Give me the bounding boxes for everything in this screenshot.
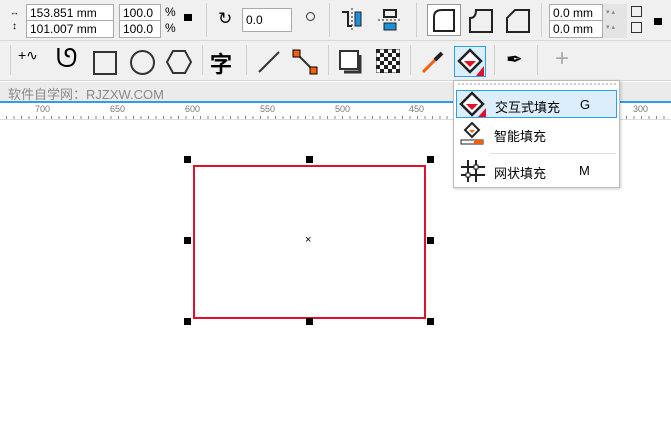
eyedropper-tool-icon[interactable] xyxy=(420,49,446,75)
height-field[interactable]: 101.007 mm xyxy=(26,20,114,38)
selection-handle[interactable] xyxy=(306,156,313,163)
ruler-label: 550 xyxy=(260,104,276,114)
percent-label: % xyxy=(165,21,176,35)
height-icon: ↕ xyxy=(12,21,17,32)
selection-handle[interactable] xyxy=(184,318,191,325)
corner-radius-bottom-field[interactable]: 0.0 mm xyxy=(549,20,603,38)
smart-drawing-tool-icon[interactable]: ᘎ xyxy=(56,43,78,75)
flyout-grip[interactable] xyxy=(458,83,616,86)
rotation-field[interactable]: 0.0 xyxy=(242,8,292,32)
toolbox: +∿ ᘎ 字 ✒ + xyxy=(0,41,671,81)
add-tool-icon[interactable]: + xyxy=(555,45,569,73)
scale-y-field[interactable]: 100.0 xyxy=(119,20,161,38)
corner-top-icon[interactable] xyxy=(631,6,642,17)
polygon-tool-icon[interactable] xyxy=(166,49,192,75)
ellipse-tool-icon[interactable] xyxy=(130,50,155,75)
selection-handle[interactable] xyxy=(427,156,434,163)
smart-fill-icon xyxy=(460,122,484,145)
ruler-label: 500 xyxy=(335,104,351,114)
interactive-fill-icon xyxy=(457,48,484,76)
scallop-corner-button[interactable] xyxy=(466,6,496,36)
interactive-fill-tool-button[interactable] xyxy=(454,46,486,77)
property-bar: ↔ ↕ 153.851 mm 101.007 mm 100.0 100.0 % … xyxy=(0,0,671,41)
chamfer-corner-button[interactable] xyxy=(503,6,533,36)
selection-handle[interactable] xyxy=(306,318,313,325)
menu-item-interactive-fill[interactable]: 交互式填充 G xyxy=(456,90,617,118)
text-tool-icon[interactable]: 字 xyxy=(210,47,232,79)
ruler-label: 450 xyxy=(409,104,425,114)
freehand-tool-icon[interactable]: +∿ xyxy=(18,47,38,64)
menu-separator xyxy=(490,153,616,154)
width-icon: ↔ xyxy=(10,7,19,17)
lock-ratio-icon[interactable] xyxy=(184,14,192,21)
ruler-label: 650 xyxy=(110,104,126,114)
rectangle-tool-icon[interactable] xyxy=(93,51,117,75)
ruler-label: 300 xyxy=(633,104,649,114)
interactive-fill-icon xyxy=(459,91,486,117)
mirror-vertical-icon[interactable] xyxy=(378,8,402,32)
selection-handle[interactable] xyxy=(184,156,191,163)
corner-spinner[interactable]: ▾ ▴ ▾ ▴ xyxy=(603,4,627,38)
transparency-tool-icon[interactable] xyxy=(376,49,400,73)
selection-handle[interactable] xyxy=(184,237,191,244)
outline-pen-tool-icon[interactable]: ✒ xyxy=(506,47,523,72)
selection-handle[interactable] xyxy=(427,318,434,325)
rotate-icon: ↻ xyxy=(218,9,233,28)
connector-tool-icon[interactable] xyxy=(292,49,320,77)
menu-item-label: 智能填充 xyxy=(494,129,547,144)
menu-item-mesh-fill[interactable]: 网状填充 M xyxy=(456,157,617,185)
selection-handle[interactable] xyxy=(427,237,434,244)
mirror-horizontal-icon[interactable] xyxy=(340,8,364,32)
menu-item-label: 交互式填充 xyxy=(495,100,561,115)
ruler-label: 700 xyxy=(35,104,51,114)
center-marker: × xyxy=(305,234,312,246)
menu-item-smart-fill[interactable]: 智能填充 xyxy=(456,120,617,148)
menu-item-shortcut: M xyxy=(579,163,590,178)
round-corner-button[interactable] xyxy=(427,4,461,36)
menu-item-shortcut: G xyxy=(580,97,591,112)
rotation-center-icon[interactable] xyxy=(306,12,315,21)
dimension-tool-icon[interactable] xyxy=(256,49,282,75)
ruler-label: 600 xyxy=(185,104,201,114)
corner-bottom-icon[interactable] xyxy=(631,22,642,33)
lock-icon[interactable] xyxy=(654,18,662,25)
fill-tool-flyout: 交互式填充 G 智能填充 网状填充 M xyxy=(453,80,620,188)
drop-shadow-tool-icon[interactable] xyxy=(338,49,364,75)
percent-label: % xyxy=(165,5,176,19)
menu-item-label: 网状填充 xyxy=(494,166,547,181)
mesh-fill-icon xyxy=(461,160,485,182)
